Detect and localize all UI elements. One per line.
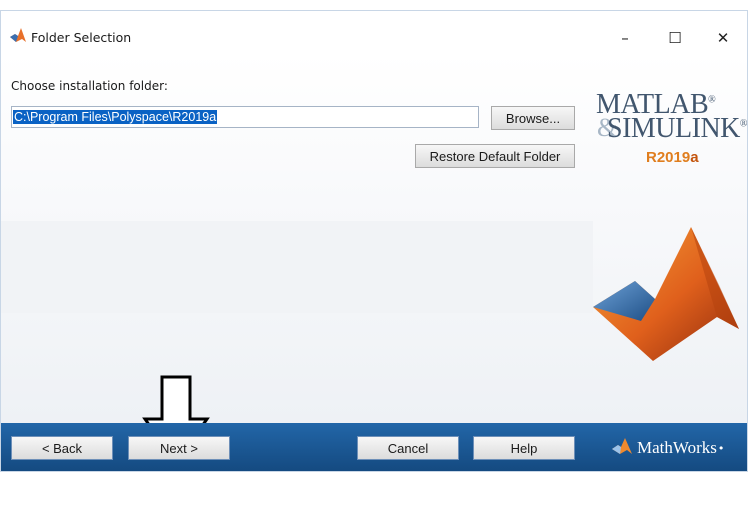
mathworks-brand-mark: • (717, 441, 725, 455)
minimize-button[interactable]: – (605, 23, 645, 53)
folder-path-value: C:\Program Files\Polyspace\R2019a (13, 110, 218, 124)
content-band (1, 221, 593, 313)
matlab-membrane-icon (591, 225, 747, 379)
content-area: Choose installation folder: C:\Program F… (1, 53, 747, 466)
folder-path-input[interactable]: C:\Program Files\Polyspace\R2019a (11, 106, 479, 128)
mathworks-brand: MathWorks (637, 438, 717, 457)
close-button[interactable]: ✕ (703, 23, 743, 53)
folder-label: Choose installation folder: (11, 79, 168, 93)
help-button[interactable]: Help (473, 436, 575, 460)
close-icon: ✕ (716, 29, 730, 47)
matlab-app-icon (9, 27, 27, 47)
cancel-button[interactable]: Cancel (357, 436, 459, 460)
window-title: Folder Selection (31, 30, 132, 45)
next-button[interactable]: Next > (128, 436, 230, 460)
logo-simulink: SIMULINK® (607, 113, 747, 144)
title-bar[interactable]: Folder Selection – ☐ ✕ (1, 11, 747, 53)
maximize-icon: ☐ (668, 29, 682, 47)
installer-window: Folder Selection – ☐ ✕ Choose installati… (0, 10, 748, 472)
back-button[interactable]: < Back (11, 436, 113, 460)
button-bar: < Back Next > Cancel Help MathWorks • (1, 423, 747, 471)
restore-default-folder-button[interactable]: Restore Default Folder (415, 144, 575, 168)
mathworks-logo: MathWorks • (611, 437, 724, 459)
browse-button[interactable]: Browse... (491, 106, 575, 130)
minimize-icon: – (621, 29, 629, 47)
release-version: R2019a (646, 149, 699, 166)
maximize-button[interactable]: ☐ (655, 23, 695, 53)
mathworks-membrane-icon (611, 437, 633, 459)
